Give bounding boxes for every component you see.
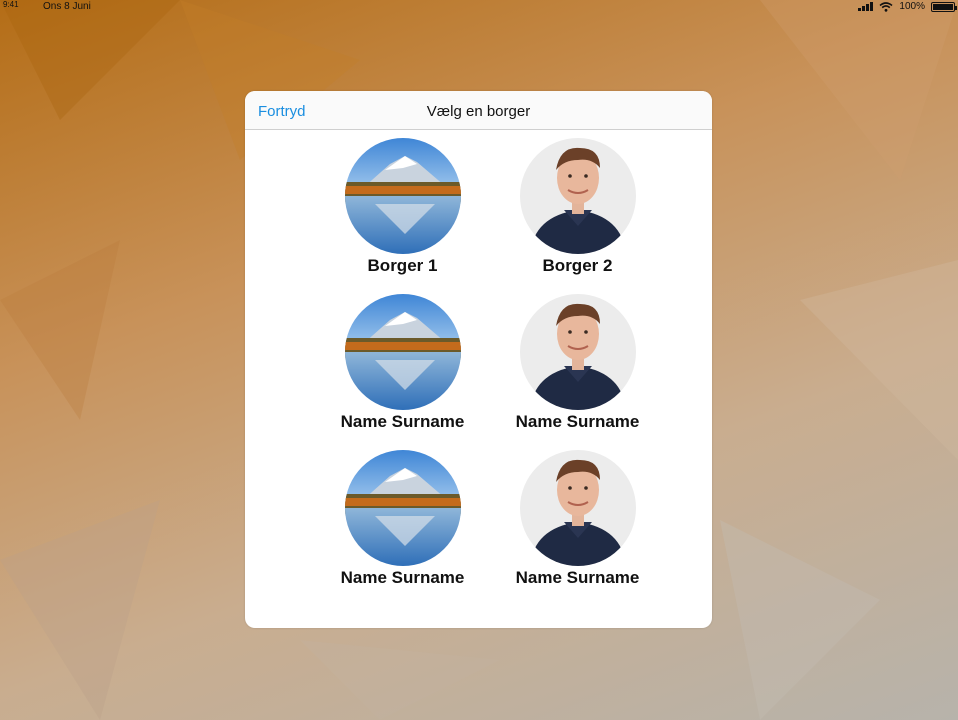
wifi-icon <box>879 1 893 12</box>
citizen-avatar[interactable] <box>519 138 636 254</box>
citizen-card[interactable]: Name Surname <box>315 294 490 432</box>
citizen-avatar[interactable] <box>519 450 636 566</box>
dialog-header: Fortryd Vælg en borger <box>245 91 712 130</box>
battery-icon <box>931 1 957 12</box>
citizen-avatar[interactable] <box>344 294 461 410</box>
citizen-card[interactable]: Borger 1 <box>315 138 490 276</box>
status-time: 9:41 <box>3 0 19 9</box>
dialog-title: Vælg en borger <box>426 103 531 120</box>
citizen-name: Borger 2 <box>542 256 613 275</box>
status-date: Ons 8 Juni <box>43 1 91 12</box>
citizen-name: Name Surname <box>515 568 640 587</box>
citizen-avatar[interactable] <box>344 138 461 254</box>
citizen-card[interactable]: Name Surname <box>490 450 665 588</box>
citizen-avatar[interactable] <box>344 450 461 566</box>
choose-citizen-dialog: Fortryd Vælg en borger Borger 1 Borger 2… <box>245 91 712 628</box>
status-bar: 9:41 Ons 8 Juni 100% <box>0 0 958 14</box>
citizen-card[interactable]: Name Surname <box>490 294 665 432</box>
citizen-name: Borger 1 <box>367 256 438 275</box>
citizen-name: Name Surname <box>340 568 465 587</box>
citizen-name: Name Surname <box>340 412 465 431</box>
citizen-card[interactable]: Name Surname <box>315 450 490 588</box>
citizen-name: Name Surname <box>515 412 640 431</box>
citizen-card[interactable]: Borger 2 <box>490 138 665 276</box>
citizen-avatar[interactable] <box>519 294 636 410</box>
battery-percentage: 100% <box>899 1 925 12</box>
cellular-signal-icon <box>858 2 874 11</box>
